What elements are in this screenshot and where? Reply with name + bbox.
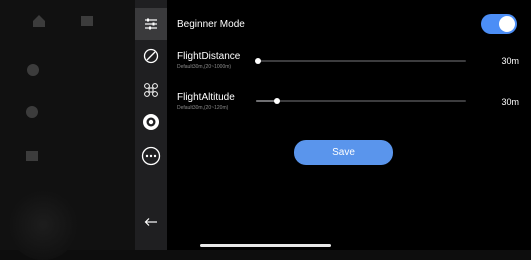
drone-icon <box>143 82 159 98</box>
save-button[interactable]: Save <box>294 140 393 165</box>
beginner-mode-row: Beginner Mode <box>177 19 519 31</box>
flight-altitude-slider[interactable] <box>256 91 466 111</box>
flight-altitude-value: 30m <box>501 97 519 107</box>
settings-sidebar <box>135 0 167 250</box>
return-home-icon <box>24 104 40 120</box>
sliders-icon <box>144 17 158 31</box>
sidebar-item-more[interactable] <box>135 140 167 172</box>
slider-track <box>256 100 466 102</box>
slider-thumb[interactable] <box>274 98 280 104</box>
flight-distance-value: 30m <box>501 56 519 66</box>
sidebar-item-aircraft[interactable] <box>135 74 167 106</box>
settings-panel: Beginner Mode FlightDistance Default30m,… <box>167 0 531 250</box>
slider-thumb[interactable] <box>255 58 262 64</box>
slider-track <box>256 60 466 62</box>
sidebar-item-safety[interactable] <box>135 40 167 72</box>
back-arrow-icon <box>144 217 158 227</box>
layers-icon <box>24 148 40 164</box>
beginner-mode-label: Beginner Mode <box>177 19 245 30</box>
sidebar-item-camera[interactable] <box>135 106 167 138</box>
home-icon <box>32 14 46 28</box>
toggle-knob <box>499 16 515 32</box>
map-icon <box>80 14 94 28</box>
takeoff-icon <box>24 62 42 78</box>
home-indicator[interactable] <box>200 244 331 247</box>
back-button[interactable] <box>135 206 167 238</box>
sidebar-item-general-settings[interactable] <box>135 8 167 40</box>
flight-distance-slider[interactable] <box>255 51 466 71</box>
more-icon <box>141 146 161 166</box>
camera-lens-icon <box>142 113 160 131</box>
beginner-mode-toggle[interactable] <box>481 14 517 34</box>
no-fly-icon <box>143 48 159 64</box>
